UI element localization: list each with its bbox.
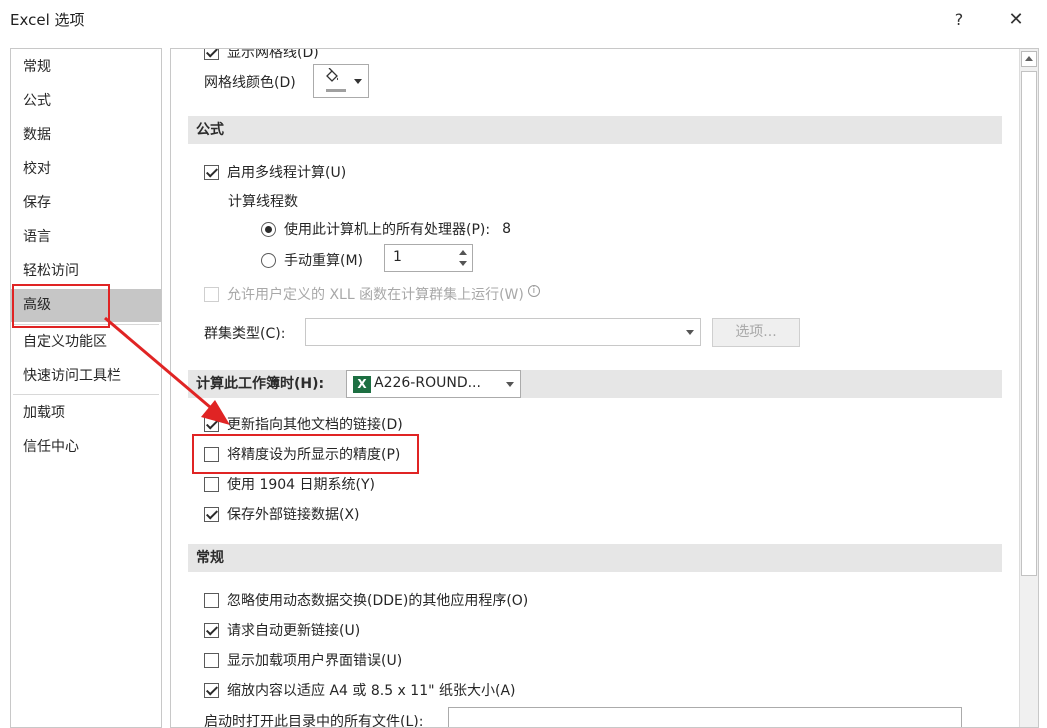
annotation-arrow: [104, 316, 230, 425]
